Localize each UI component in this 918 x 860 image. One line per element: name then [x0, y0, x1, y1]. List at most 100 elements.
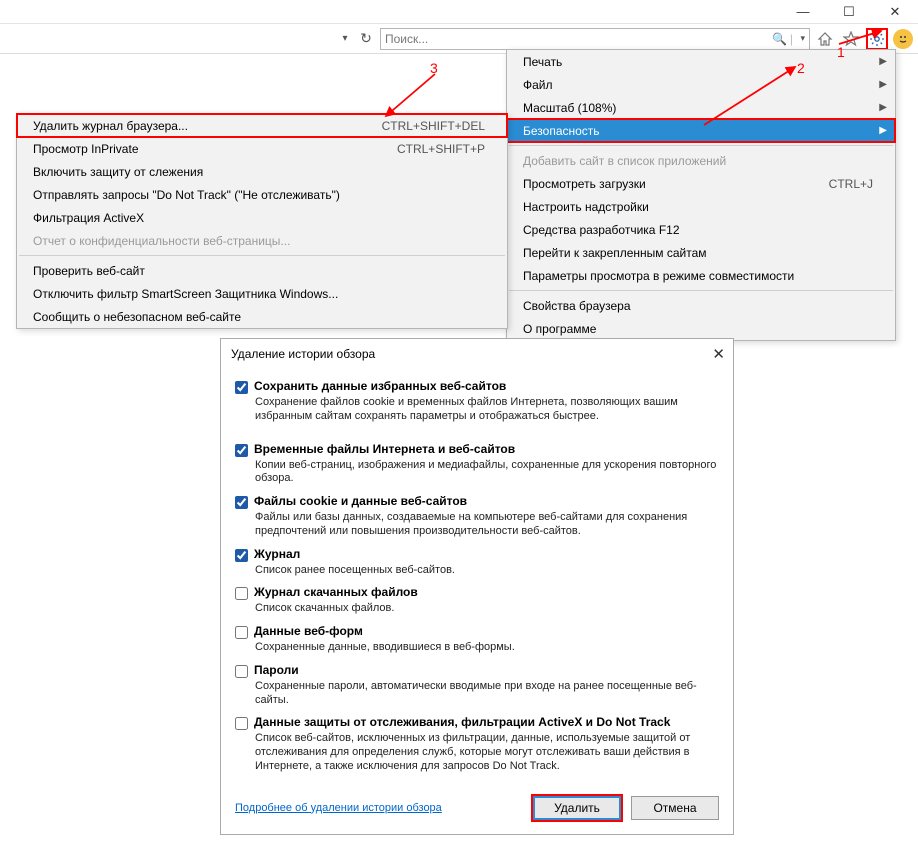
- smiley-icon[interactable]: [892, 28, 914, 50]
- dialog-option: Временные файлы Интернета и веб-сайтов: [235, 442, 719, 457]
- gear-icon[interactable]: [866, 28, 888, 50]
- option-description: Список скачанных файлов.: [255, 602, 719, 616]
- menu-item[interactable]: Удалить журнал браузера...CTRL+SHIFT+DEL: [17, 114, 507, 137]
- menu-item[interactable]: Просмотреть загрузки CTRL+J: [507, 172, 895, 195]
- tools-menu: Печать ▶ Файл▶ Масштаб (108%) ▶ Безопасность ▶…: [506, 49, 896, 341]
- security-submenu: Удалить журнал браузера...CTRL+SHIFT+DEL…: [16, 113, 508, 329]
- menu-item-label: Отключить фильтр SmartScreen Защитника W…: [33, 287, 338, 301]
- option-checkbox[interactable]: [235, 587, 248, 600]
- chevron-right-icon: ▶: [879, 102, 887, 113]
- option-label: Данные веб-форм: [254, 624, 363, 638]
- menu-item-label: Удалить журнал браузера...: [33, 119, 188, 133]
- menu-item-label: Средства разработчика F12: [523, 223, 680, 237]
- window-titlebar: — ☐ ✕: [0, 0, 918, 24]
- menu-item[interactable]: Проверить веб-сайт: [17, 259, 507, 282]
- option-description: Сохраненные данные, вводившиеся в веб-фо…: [255, 641, 719, 655]
- option-checkbox[interactable]: [235, 717, 248, 730]
- minimize-button[interactable]: —: [780, 0, 826, 24]
- menu-item[interactable]: Масштаб (108%) ▶: [507, 96, 895, 119]
- search-placeholder: Поиск...: [385, 32, 428, 46]
- menu-item[interactable]: Фильтрация ActiveX: [17, 206, 507, 229]
- dialog-option: Данные защиты от отслеживания, фильтраци…: [235, 715, 719, 730]
- menu-separator: [19, 255, 505, 256]
- menu-item-label: Печать: [523, 55, 562, 69]
- menu-item[interactable]: Печать ▶: [507, 50, 895, 73]
- option-description: Список ранее посещенных веб-сайтов.: [255, 564, 719, 578]
- dialog-option: Журнал скачанных файлов: [235, 585, 719, 600]
- menu-item[interactable]: Настроить надстройки: [507, 195, 895, 218]
- refresh-icon[interactable]: ↻: [356, 30, 376, 47]
- dialog-titlebar: Удаление истории обзора ✕: [221, 339, 733, 369]
- menu-item[interactable]: Сообщить о небезопасном веб-сайте: [17, 305, 507, 328]
- menu-item: Добавить сайт в список приложений: [507, 149, 895, 172]
- menu-item[interactable]: О программе: [507, 317, 895, 340]
- dialog-option: Журнал: [235, 547, 719, 562]
- option-label: Сохранить данные избранных веб-сайтов: [254, 379, 506, 393]
- option-label: Данные защиты от отслеживания, фильтраци…: [254, 715, 670, 729]
- option-checkbox[interactable]: [235, 381, 248, 394]
- menu-item-label: Настроить надстройки: [523, 200, 649, 214]
- menu-item-label: Включить защиту от слежения: [33, 165, 203, 179]
- option-checkbox[interactable]: [235, 665, 248, 678]
- menu-item-label: Фильтрация ActiveX: [33, 211, 144, 225]
- close-window-button[interactable]: ✕: [872, 0, 918, 24]
- maximize-button[interactable]: ☐: [826, 0, 872, 24]
- menu-item-label: Параметры просмотра в режиме совместимос…: [523, 269, 794, 283]
- menu-item[interactable]: Средства разработчика F12: [507, 218, 895, 241]
- option-checkbox[interactable]: [235, 444, 248, 457]
- menu-item-label: Добавить сайт в список приложений: [523, 154, 726, 168]
- dialog-option: Сохранить данные избранных веб-сайтов: [235, 379, 719, 394]
- chevron-right-icon: ▶: [879, 125, 887, 136]
- dialog-option: Данные веб-форм: [235, 624, 719, 639]
- option-label: Временные файлы Интернета и веб-сайтов: [254, 442, 515, 456]
- menu-item[interactable]: Свойства браузера: [507, 294, 895, 317]
- menu-item[interactable]: Отключить фильтр SmartScreen Защитника W…: [17, 282, 507, 305]
- option-description: Список веб-сайтов, исключенных из фильтр…: [255, 732, 719, 773]
- search-input[interactable]: Поиск... 🔍 | ▾: [380, 28, 810, 50]
- menu-item-shortcut: CTRL+J: [829, 177, 873, 191]
- option-description: Файлы или базы данных, создаваемые на ко…: [255, 511, 719, 539]
- learn-more-link[interactable]: Подробнее об удалении истории обзора: [235, 802, 442, 814]
- option-checkbox[interactable]: [235, 496, 248, 509]
- favorites-icon[interactable]: [840, 28, 862, 50]
- menu-item-label: О программе: [523, 322, 596, 336]
- option-label: Пароли: [254, 663, 299, 677]
- menu-item-shortcut: CTRL+SHIFT+P: [397, 142, 485, 156]
- menu-item-label: Просмотр InPrivate: [33, 142, 139, 156]
- dialog-body: Сохранить данные избранных веб-сайтов Сох…: [221, 369, 733, 786]
- option-description: Сохранение файлов cookie и временных фай…: [255, 396, 719, 424]
- menu-item-label: Файл: [523, 78, 553, 92]
- menu-item[interactable]: Безопасность ▶: [507, 119, 895, 142]
- menu-item-label: Отправлять запросы "Do Not Track" ("Не о…: [33, 188, 340, 202]
- search-icon[interactable]: 🔍: [772, 32, 787, 46]
- option-label: Файлы cookie и данные веб-сайтов: [254, 494, 467, 508]
- menu-item-label: Масштаб (108%): [523, 101, 616, 115]
- menu-item[interactable]: Перейти к закрепленным сайтам: [507, 241, 895, 264]
- menu-separator: [509, 145, 893, 146]
- menu-item-label: Перейти к закрепленным сайтам: [523, 246, 707, 260]
- menu-item[interactable]: Просмотр InPrivate CTRL+SHIFT+P: [17, 137, 507, 160]
- option-checkbox[interactable]: [235, 626, 248, 639]
- annotation-3: 3: [430, 60, 438, 76]
- menu-item[interactable]: Включить защиту от слежения: [17, 160, 507, 183]
- home-icon[interactable]: [814, 28, 836, 50]
- dialog-close-icon[interactable]: ✕: [712, 345, 725, 363]
- menu-item-label: Сообщить о небезопасном веб-сайте: [33, 310, 241, 324]
- menu-item-label: Безопасность: [523, 124, 600, 138]
- option-label: Журнал: [254, 547, 300, 561]
- menu-item-label: Просмотреть загрузки: [523, 177, 646, 191]
- delete-button[interactable]: Удалить: [533, 796, 621, 820]
- menu-separator: [509, 290, 893, 291]
- menu-item[interactable]: Отправлять запросы "Do Not Track" ("Не о…: [17, 183, 507, 206]
- menu-item-label: Свойства браузера: [523, 299, 631, 313]
- chevron-right-icon: ▶: [879, 56, 887, 67]
- search-dropdown-icon[interactable]: ▾: [800, 33, 805, 44]
- menu-item[interactable]: Файл▶: [507, 73, 895, 96]
- menu-item-label: Отчет о конфиденциальности веб-страницы.…: [33, 234, 290, 248]
- option-checkbox[interactable]: [235, 549, 248, 562]
- cancel-button[interactable]: Отмена: [631, 796, 719, 820]
- dialog-footer: Подробнее об удалении истории обзора Уда…: [221, 786, 733, 834]
- dialog-title-text: Удаление истории обзора: [231, 347, 375, 361]
- menu-item[interactable]: Параметры просмотра в режиме совместимос…: [507, 264, 895, 287]
- address-dropdown-caret-icon[interactable]: ▾: [338, 33, 352, 44]
